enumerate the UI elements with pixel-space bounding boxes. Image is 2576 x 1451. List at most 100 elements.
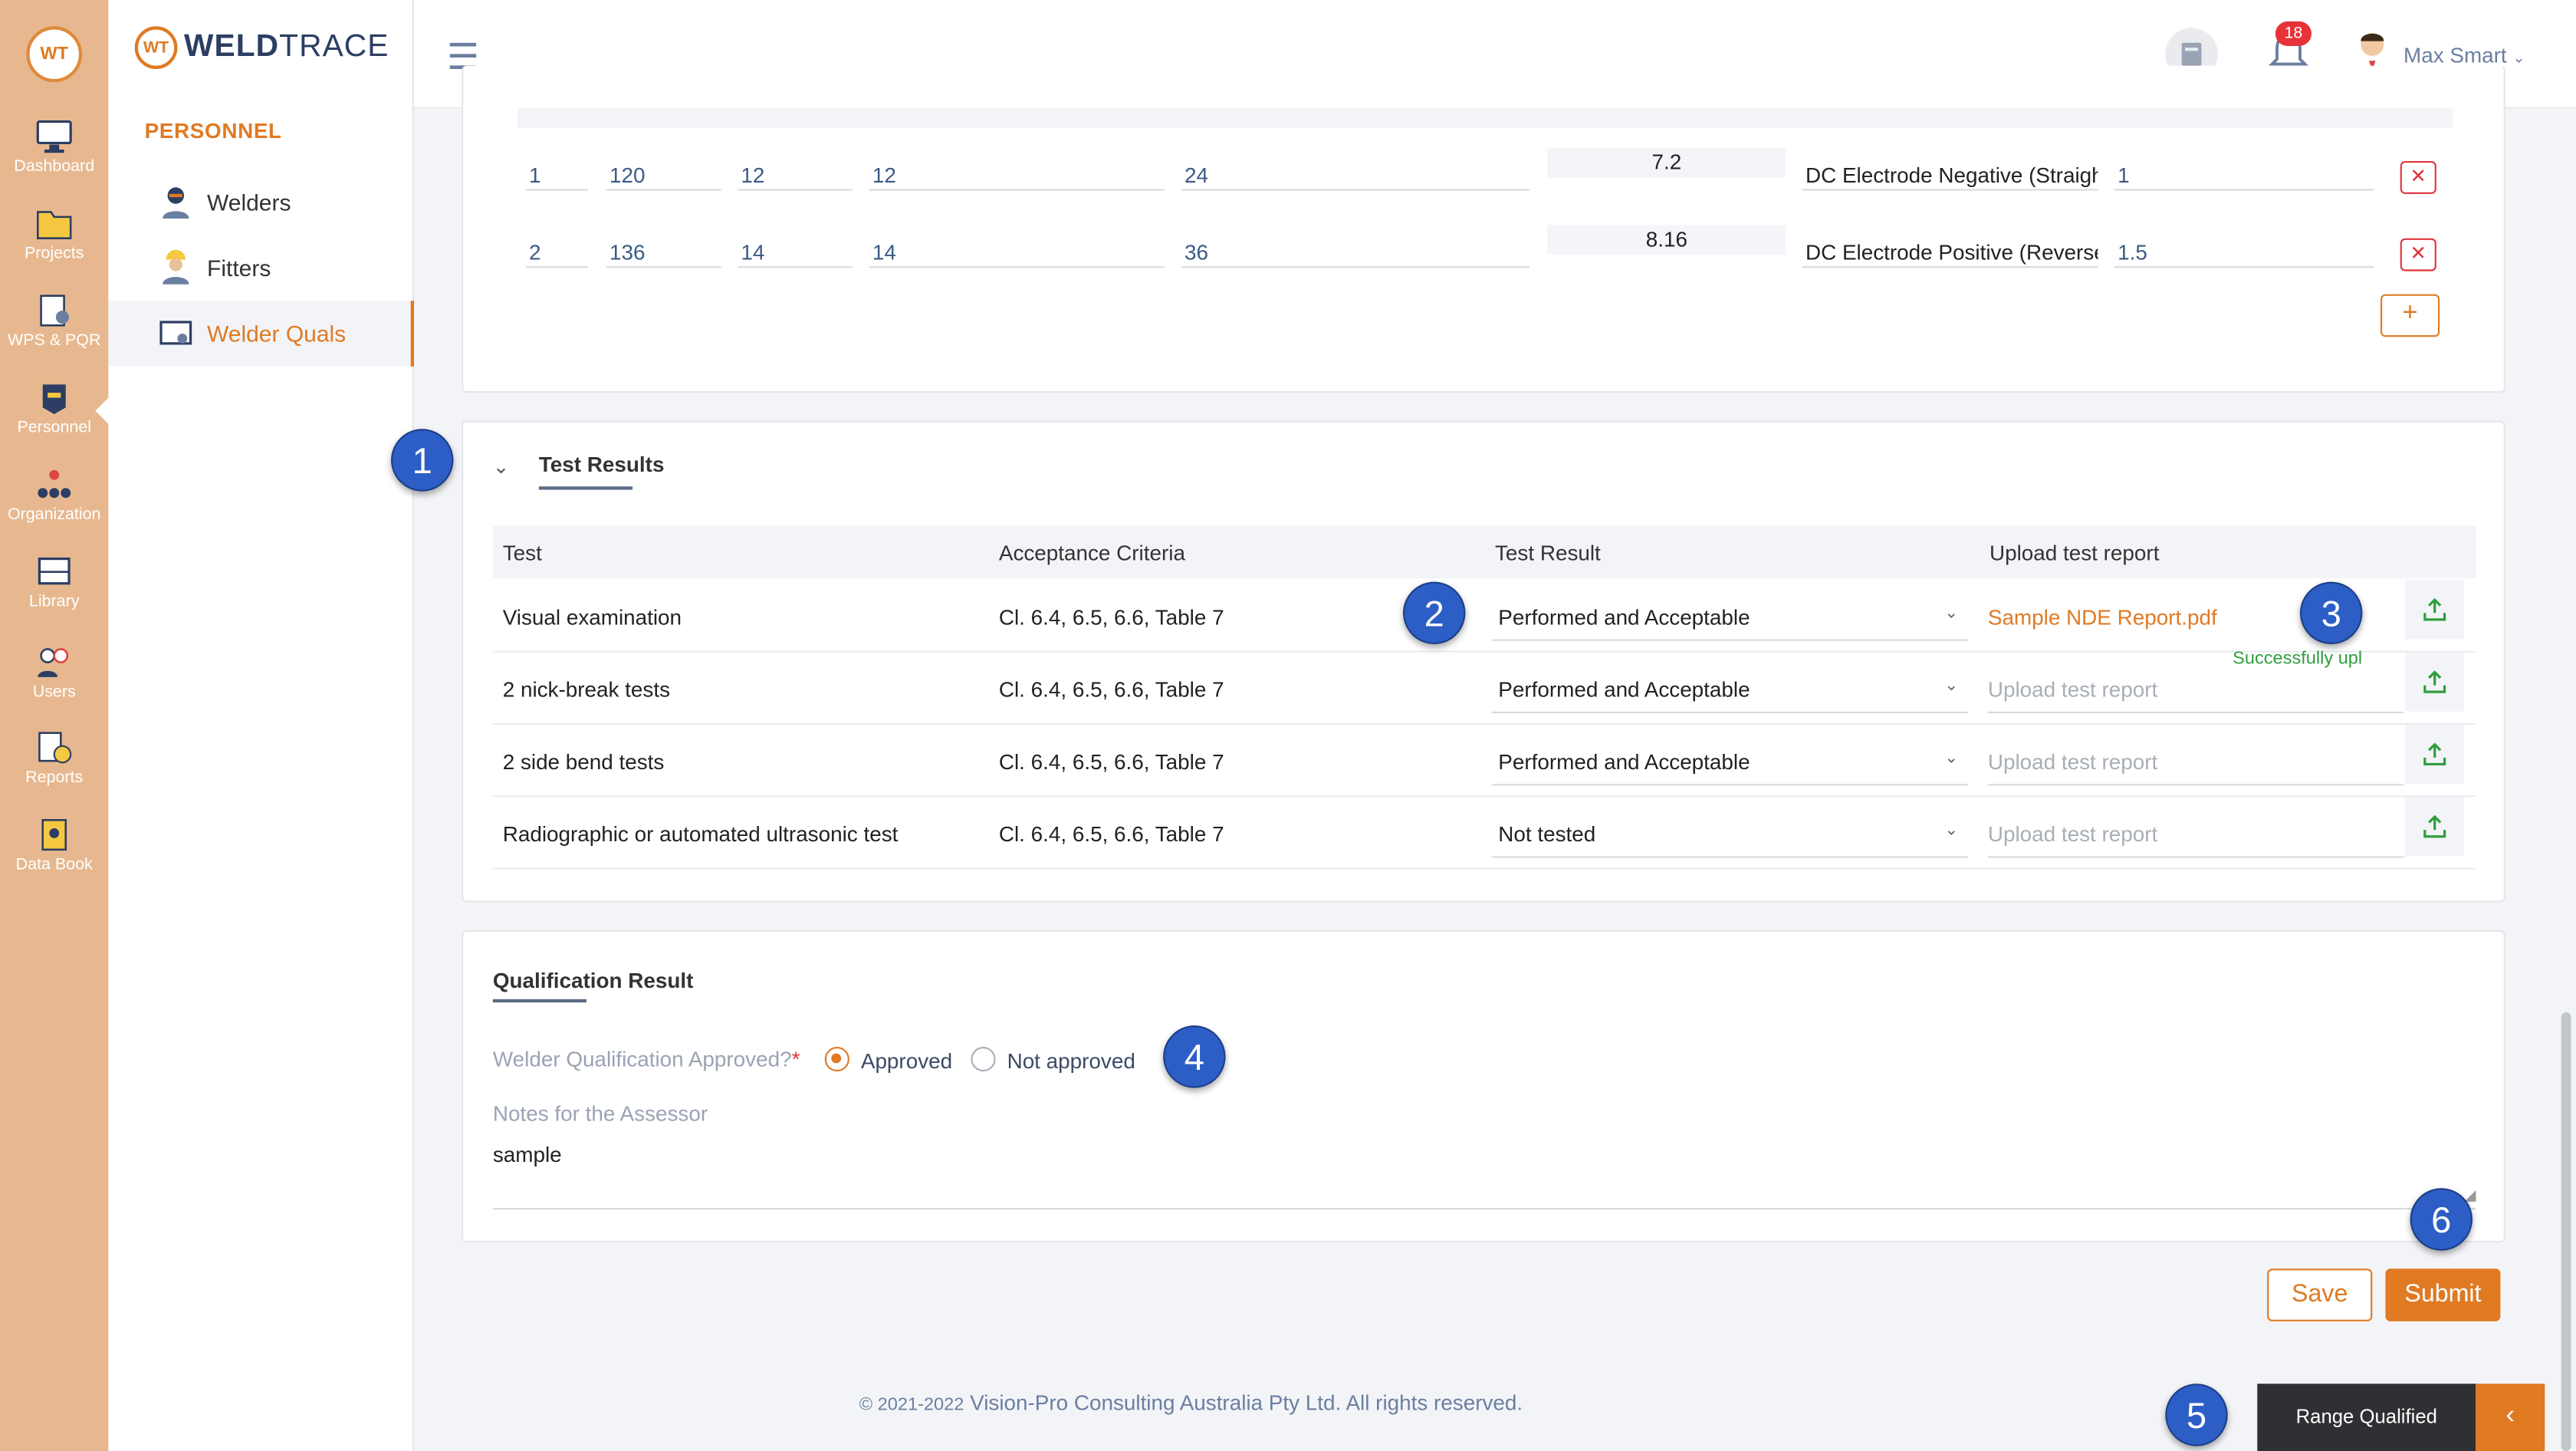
test-results-tab[interactable]: Test Results: [539, 452, 665, 476]
brand-mark: WT: [134, 26, 178, 69]
save-button[interactable]: Save: [2267, 1268, 2373, 1321]
delete-pass-button[interactable]: ✕: [2400, 238, 2436, 271]
chevron-down-icon: ⌄: [1944, 604, 1959, 624]
range-qualified-panel[interactable]: Range Qualified: [2257, 1384, 2476, 1451]
not-approved-radio[interactable]: [971, 1047, 996, 1072]
fitter-icon: [163, 249, 189, 285]
footer-company: Vision-Pro Consulting Australia Pty Ltd.…: [970, 1390, 1523, 1415]
subnav-item-label: Fitters: [207, 255, 271, 281]
delete-pass-button[interactable]: ✕: [2400, 161, 2436, 194]
annotation-marker: 5: [2165, 1384, 2228, 1446]
approved-radio[interactable]: [824, 1047, 849, 1072]
pass-current-select[interactable]: DC Electrode Positive (Reverse: [1802, 222, 2098, 268]
scrollbar-thumb[interactable]: [2561, 1012, 2571, 1451]
rail-item-label: Reports: [25, 768, 84, 788]
add-pass-button[interactable]: +: [2380, 294, 2440, 337]
footer: © 2021-2022 Vision-Pro Consulting Austra…: [859, 1390, 1523, 1415]
rail-item-library[interactable]: Library: [0, 554, 108, 611]
required-mark: *: [791, 1047, 800, 1072]
book-icon: [38, 557, 71, 585]
pass-wire-input[interactable]: 24: [1181, 145, 1530, 191]
pass-amps-input[interactable]: 120: [606, 145, 721, 191]
table-row: Radiographic or automated ultrasonic tes…: [492, 797, 2476, 870]
report-clock-icon: [38, 732, 72, 764]
weld-passes-card: 1 120 12 12 24 7.2 DC Electrode Negative (Stra…: [462, 65, 2505, 393]
rail-item-reports[interactable]: Reports: [0, 729, 108, 787]
test-name: 2 side bend tests: [502, 749, 665, 775]
table-row: 2 nick-break tests Cl. 6.4, 6.5, 6.6, Tab…: [492, 652, 2476, 725]
not-approved-label[interactable]: Not approved: [1007, 1048, 1135, 1073]
rail-item-label: Users: [32, 683, 76, 702]
pass-current-select[interactable]: DC Electrode Negative (Straight: [1802, 145, 2098, 191]
personnel-subnav: WT WELDTRACE PERSONNEL Welders Fitters W…: [108, 0, 414, 1451]
test-name: Radiographic or automated ultrasonic tes…: [502, 821, 899, 847]
qualification-tab[interactable]: Qualification Result: [493, 968, 694, 992]
notes-textarea[interactable]: sample ◢: [492, 1136, 2476, 1210]
upload-button[interactable]: [2405, 797, 2465, 857]
tab-underline: [538, 486, 632, 490]
pass-time-input[interactable]: 1.5: [2114, 222, 2374, 268]
pass-travel-input[interactable]: 14: [869, 222, 1165, 268]
submit-button[interactable]: Submit: [2385, 1268, 2501, 1321]
chevron-down-icon: ⌄: [2512, 49, 2525, 66]
pass-heat-input-value: 8.16: [1547, 225, 1786, 255]
pass-wire-input[interactable]: 36: [1181, 222, 1530, 268]
chevron-down-icon: ⌄: [1944, 749, 1959, 768]
app-logo[interactable]: WT: [26, 26, 83, 83]
test-result-select[interactable]: Performed and Acceptable ⌄: [1491, 588, 1969, 641]
pass-volts-input[interactable]: 14: [738, 222, 853, 268]
rail-item-projects[interactable]: Projects: [0, 206, 108, 263]
rail-item-organization[interactable]: Organization: [0, 467, 108, 525]
upload-button[interactable]: [2405, 725, 2465, 785]
test-result-select[interactable]: Not tested ⌄: [1491, 805, 1969, 858]
notes-label: Notes for the Assessor: [492, 1101, 708, 1126]
org-chart-icon: [38, 469, 71, 498]
subnav-item-welders[interactable]: Welders: [108, 169, 414, 235]
rail-item-dashboard[interactable]: Dashboard: [0, 118, 108, 176]
upload-button[interactable]: [2405, 580, 2465, 640]
user-menu[interactable]: Max Smart ⌄: [2404, 43, 2525, 67]
footer-years: © 2021-2022: [859, 1395, 964, 1415]
annotation-marker: 2: [1403, 581, 1466, 644]
range-panel-toggle[interactable]: ‹: [2476, 1384, 2545, 1451]
approved-label[interactable]: Approved: [861, 1048, 952, 1073]
upload-button[interactable]: [2405, 652, 2465, 712]
pass-seq-input[interactable]: 2: [525, 222, 589, 268]
page-scrollbar[interactable]: [2556, 108, 2576, 1451]
upload-icon: [2423, 814, 2446, 838]
users-icon: [38, 648, 69, 677]
test-result-value: Not tested: [1498, 821, 1596, 847]
collapse-chevron-icon[interactable]: ⌄: [493, 456, 510, 479]
upload-report-field[interactable]: Upload test report: [1987, 805, 2404, 858]
pass-time-input[interactable]: 1: [2114, 145, 2374, 191]
subnav-item-welder-quals[interactable]: Welder Quals: [108, 301, 414, 367]
rail-item-wps-pqr[interactable]: WPS & PQR: [0, 292, 108, 350]
notification-count-badge: 18: [2275, 21, 2312, 47]
brand-name: WELDTRACE: [184, 30, 389, 66]
upload-success-message: Successfully upl: [2233, 649, 2363, 670]
upload-icon: [2423, 670, 2446, 693]
pass-amps-input[interactable]: 136: [606, 222, 721, 268]
pass-travel-input[interactable]: 12: [869, 145, 1165, 191]
col-test: Test: [502, 541, 542, 566]
rail-item-personnel[interactable]: Personnel: [0, 380, 110, 437]
subnav-item-fitters[interactable]: Fitters: [108, 235, 414, 301]
rail-item-users[interactable]: Users: [0, 644, 108, 702]
user-name: Max Smart: [2404, 42, 2507, 67]
test-result-select[interactable]: Performed and Acceptable ⌄: [1491, 660, 1969, 713]
chevron-down-icon: ⌄: [1944, 676, 1959, 696]
subnav-section-title: PERSONNEL: [144, 118, 282, 143]
app-rail: WT Dashboard Projects WPS & PQR Personne…: [0, 0, 110, 1451]
annotation-marker: 6: [2410, 1188, 2472, 1251]
annotation-marker: 1: [390, 429, 454, 492]
rail-item-data-book[interactable]: Data Book: [0, 817, 108, 874]
acceptance-criteria: Cl. 6.4, 6.5, 6.6, Table 7: [998, 821, 1224, 847]
test-result-select[interactable]: Performed and Acceptable ⌄: [1491, 733, 1969, 786]
pass-seq-input[interactable]: 1: [525, 145, 589, 191]
col-upload: Upload test report: [1990, 541, 2160, 566]
pass-volts-input[interactable]: 12: [738, 145, 853, 191]
upload-report-field[interactable]: Upload test report: [1987, 733, 2404, 786]
clipboard-gear-icon: [40, 294, 69, 327]
brand-logo[interactable]: WT WELDTRACE: [134, 26, 389, 69]
welder-icon: [163, 187, 189, 219]
